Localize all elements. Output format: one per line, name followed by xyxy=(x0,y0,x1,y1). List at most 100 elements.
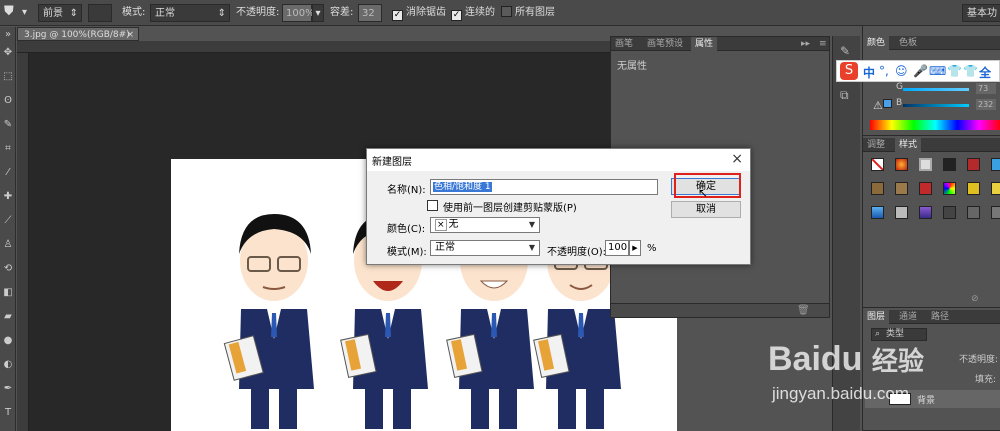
tab-channels[interactable]: 通道 xyxy=(895,310,921,324)
tool-preset-dropdown-icon[interactable]: ▾ xyxy=(22,4,27,22)
brush-tool-icon[interactable]: ⟋ xyxy=(2,215,14,227)
tab-properties[interactable]: 属性 xyxy=(691,37,718,51)
left-ruler xyxy=(17,53,29,431)
style-swatch[interactable] xyxy=(871,206,884,219)
style-swatch[interactable] xyxy=(895,206,908,219)
opacity-input[interactable]: 100% xyxy=(282,4,315,22)
style-swatch[interactable] xyxy=(871,182,884,195)
tab-styles[interactable]: 样式 xyxy=(895,138,922,152)
dialog-title: 新建图层 xyxy=(372,157,412,168)
clone-source-icon[interactable]: ⧉ xyxy=(840,88,849,103)
tab-paths[interactable]: 路径 xyxy=(927,310,953,324)
web-safe-swatch[interactable] xyxy=(883,99,892,108)
tab-color[interactable]: 颜色 xyxy=(863,36,890,50)
watermark: Baidu 经验 jingyan.baidu.com xyxy=(768,340,1000,431)
b-slider[interactable] xyxy=(903,104,969,107)
style-swatch[interactable] xyxy=(967,158,980,171)
style-swatch[interactable] xyxy=(991,206,1000,219)
healing-tool-icon[interactable]: ✚ xyxy=(2,191,14,203)
b-value[interactable]: 232 xyxy=(976,99,996,110)
style-swatch[interactable] xyxy=(919,158,932,171)
expand-icon[interactable]: ▸▸ xyxy=(797,37,814,51)
opacity-dropdown-icon[interactable]: ▾ xyxy=(312,4,324,22)
layer-name-input[interactable]: 色相/饱和度 1 xyxy=(430,179,658,195)
style-swatch[interactable] xyxy=(895,158,908,171)
tolerance-label: 容差: xyxy=(330,7,354,18)
style-swatch[interactable] xyxy=(919,182,932,195)
style-swatch[interactable] xyxy=(943,158,956,171)
layer-name-value: 色相/饱和度 1 xyxy=(433,182,492,192)
tab-brush[interactable]: 画笔 xyxy=(611,37,637,51)
fill-source-value: 前景 xyxy=(43,8,63,19)
delete-style-icon[interactable]: ⊘ xyxy=(971,294,979,304)
keyboard-icon[interactable]: ⌨ xyxy=(929,64,946,78)
fill-source-select[interactable]: 前景 ⇕ xyxy=(38,4,82,22)
style-swatch[interactable] xyxy=(991,158,1000,171)
crop-tool-icon[interactable]: ⌗ xyxy=(2,143,14,155)
style-swatch[interactable] xyxy=(919,206,932,219)
opacity-stepper-icon[interactable]: ▶ xyxy=(629,240,641,256)
cancel-button[interactable]: 取消 xyxy=(671,201,741,218)
style-swatch[interactable] xyxy=(895,182,908,195)
g-value[interactable]: 73 xyxy=(976,83,996,94)
workspace-button[interactable]: 基本功 xyxy=(962,4,1000,22)
style-none-swatch[interactable] xyxy=(871,158,884,171)
paint-bucket-icon[interactable]: ⛊ xyxy=(4,3,14,21)
marquee-tool-icon[interactable]: ⬚ xyxy=(2,71,14,83)
opacity-input[interactable]: 100 xyxy=(605,240,629,256)
document-tab[interactable]: 3.jpg @ 100%(RGB/8#) × xyxy=(17,27,139,41)
full-width-icon[interactable]: 全 xyxy=(979,64,991,81)
stamp-tool-icon[interactable]: ♙ xyxy=(2,239,14,251)
tolerance-input[interactable]: 32 xyxy=(358,4,382,22)
voice-icon[interactable]: 🎤 xyxy=(913,64,928,78)
blur-tool-icon[interactable]: ● xyxy=(2,335,14,347)
eraser-tool-icon[interactable]: ◧ xyxy=(2,287,14,299)
dodge-tool-icon[interactable]: ◐ xyxy=(2,359,14,371)
clip-mask-checkbox[interactable] xyxy=(427,200,438,211)
color-value: 无 xyxy=(448,219,459,230)
tab-layers[interactable]: 图层 xyxy=(863,310,890,324)
pattern-picker[interactable] xyxy=(88,4,112,22)
all-layers-label: 所有图层 xyxy=(515,7,555,18)
close-icon[interactable]: × xyxy=(731,151,743,167)
style-swatch[interactable] xyxy=(943,182,956,195)
percent-label: % xyxy=(647,243,657,254)
skin-box-icon[interactable]: 👕 xyxy=(963,64,978,78)
emoji-icon[interactable]: ☺ xyxy=(895,64,908,78)
contiguous-checkbox[interactable]: ✓ 连续的 xyxy=(451,4,495,22)
style-swatch[interactable] xyxy=(967,182,980,195)
antialias-checkbox[interactable]: ✓ 消除锯齿 xyxy=(392,4,446,22)
tab-adjustments[interactable]: 调整 xyxy=(863,138,889,152)
document-title: 3.jpg @ 100%(RGB/8#) xyxy=(24,30,130,40)
style-swatch[interactable] xyxy=(967,206,980,219)
sogou-logo-icon[interactable]: S xyxy=(840,62,858,80)
color-select[interactable]: × 无 ▼ xyxy=(430,217,540,233)
mode-select[interactable]: 正常 ⇕ xyxy=(150,4,230,22)
gradient-tool-icon[interactable]: ▰ xyxy=(2,311,14,323)
no-color-icon: × xyxy=(435,219,447,231)
properties-footer: 🗑 xyxy=(611,303,829,317)
style-swatch[interactable] xyxy=(943,206,956,219)
history-brush-icon[interactable]: ⟲ xyxy=(2,263,14,275)
g-slider[interactable] xyxy=(903,88,969,91)
skin-icon[interactable]: 👕 xyxy=(947,64,962,78)
move-tool-icon[interactable]: ✥ xyxy=(2,47,14,59)
punctuation-icon[interactable]: °, xyxy=(879,64,889,78)
trash-icon[interactable]: 🗑 xyxy=(797,305,810,316)
style-swatch[interactable] xyxy=(991,182,1000,195)
close-icon[interactable]: × xyxy=(126,28,134,42)
all-layers-checkbox[interactable]: 所有图层 xyxy=(501,4,555,22)
type-tool-icon[interactable]: T xyxy=(2,407,14,419)
lasso-tool-icon[interactable]: ʘ xyxy=(2,95,14,107)
pen-tool-icon[interactable]: ✒ xyxy=(2,383,14,395)
mode-select[interactable]: 正常 ▼ xyxy=(430,240,540,256)
eyedropper-tool-icon[interactable]: ⁄ xyxy=(2,167,14,179)
chinese-mode-icon[interactable]: 中 xyxy=(863,64,875,81)
quick-select-tool-icon[interactable]: ✎ xyxy=(2,119,14,131)
color-spectrum[interactable] xyxy=(870,120,1000,130)
collapse-icon[interactable]: » xyxy=(2,29,14,41)
brush-panel-icon[interactable]: ✎ xyxy=(840,44,850,58)
tab-swatches[interactable]: 色板 xyxy=(895,36,921,50)
panel-menu-icon[interactable]: ≡ xyxy=(815,37,831,51)
tab-brush-presets[interactable]: 画笔预设 xyxy=(643,37,687,51)
